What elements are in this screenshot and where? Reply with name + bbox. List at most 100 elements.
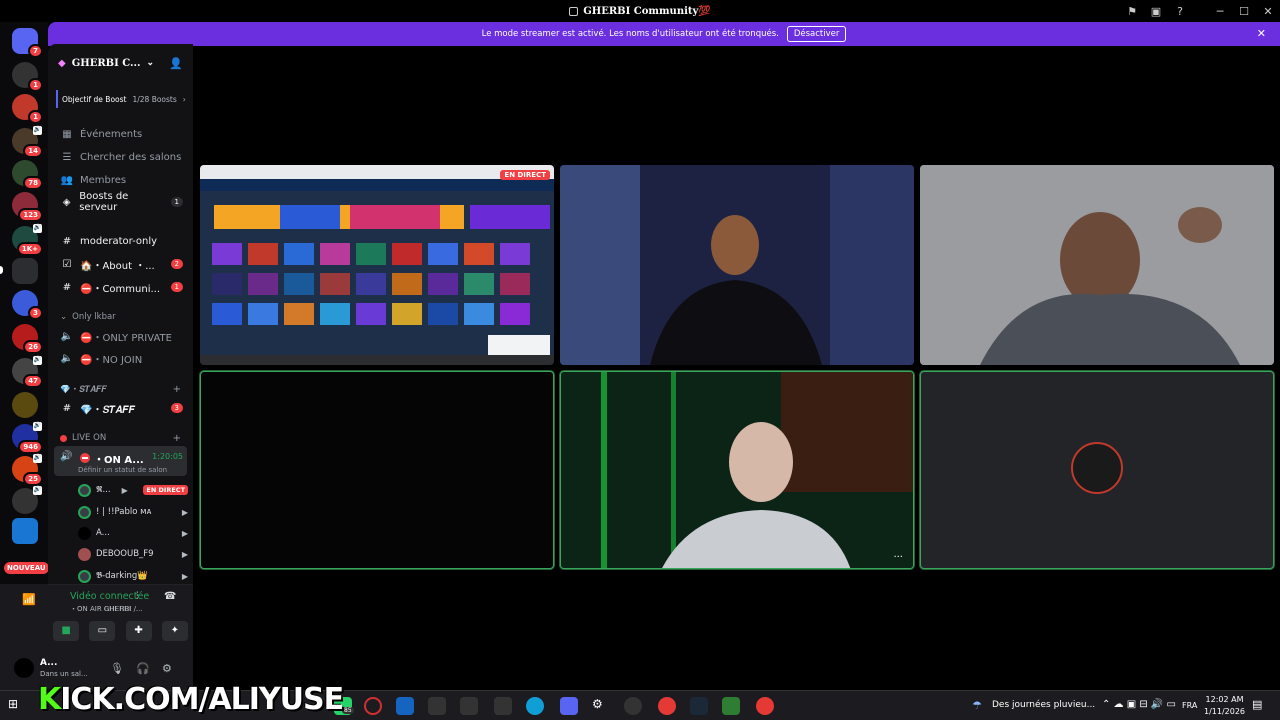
server-icon[interactable]: 25 🔊 [12, 454, 43, 486]
screen-share-button[interactable]: ▭ [89, 621, 116, 641]
notification-icon[interactable]: ▤ [1252, 698, 1262, 711]
server-icon[interactable]: 47 🔊 [12, 356, 43, 388]
chrome-icon[interactable] [658, 697, 676, 715]
camera-tile[interactable] [200, 371, 554, 569]
voice-channel-on-air[interactable]: 🔊 ・ON A... 1:20:05 Définir un statut de … [54, 446, 187, 476]
windows-start-icon[interactable]: ⊞ [8, 697, 26, 715]
channel-about[interactable]: ☑ 🏠・About ・... 2 [48, 254, 193, 274]
events-item[interactable]: ▦ Événements [48, 124, 193, 144]
microphone-icon[interactable]: 🎙 [110, 662, 124, 675]
server-icon[interactable]: 🔊 [12, 486, 42, 514]
disable-streamer-mode-button[interactable]: Désactiver [786, 26, 847, 42]
folder-icon[interactable] [12, 258, 38, 284]
clock[interactable]: 12:02 AM 1/11/2026 [1204, 694, 1245, 718]
chevron-down-icon: ⌄ [60, 312, 68, 322]
voice-member[interactable]: 𝕽... ▶ EN DIRECT [78, 482, 188, 498]
webcam-feed [920, 165, 1274, 365]
browse-channels-item[interactable]: ☰ Chercher des salons [48, 147, 193, 167]
server-icon[interactable]: 1 [12, 62, 43, 92]
server-icon[interactable]: 78 [12, 160, 43, 190]
voice-member[interactable]: 𝕭-darking👑 ▶ [78, 568, 188, 584]
category-staff[interactable]: 💎・𝑺𝑻𝑨𝑭𝑭 + [48, 382, 193, 396]
server-icon[interactable]: 1 [12, 94, 43, 124]
disconnect-icon[interactable]: ☎ [164, 591, 176, 602]
weather-text[interactable]: Des journées pluvieu... [992, 700, 1095, 710]
settings-gear-icon[interactable]: ⚙ [592, 697, 610, 715]
server-icon[interactable]: 26 [12, 324, 43, 354]
username[interactable]: A... [40, 658, 57, 668]
capcut-icon[interactable] [494, 697, 512, 715]
chrome-icon[interactable] [756, 697, 774, 715]
home-dm-button[interactable]: 7 [12, 28, 43, 58]
opera-icon[interactable] [364, 697, 382, 715]
voice-channel-only-private[interactable]: 🔈 ⛔・ONLY PRIVATE [48, 326, 193, 346]
avatar [78, 547, 91, 561]
server-header[interactable]: ◆ GHERBI C... ⌄ 👤 [48, 44, 193, 82]
server-icon[interactable]: 946 🔊 [12, 422, 43, 454]
capcut-icon[interactable] [428, 697, 446, 715]
outlook-icon[interactable] [396, 697, 414, 715]
camera-tile[interactable] [920, 165, 1274, 365]
avatar [78, 569, 91, 583]
speaker-icon: 🔊 [60, 451, 73, 462]
obs-icon[interactable] [624, 697, 642, 715]
activities-button[interactable]: ✚ [125, 621, 152, 641]
soundboard-button[interactable]: ✦ [161, 621, 188, 641]
avatar-tile[interactable] [920, 371, 1274, 569]
screen-icon[interactable]: ▣ [1144, 5, 1168, 18]
voice-channel-no-join[interactable]: 🔈 ⛔・NO JOIN [48, 348, 193, 368]
boost-gem-icon: ◆ [58, 57, 66, 69]
camera-tile[interactable]: ... [560, 371, 914, 569]
category-only-lkbar[interactable]: ⌄ Only lkbar [48, 310, 193, 324]
members-item[interactable]: 👥 Membres [48, 170, 193, 190]
minimize-button[interactable]: ─ [1208, 5, 1232, 18]
system-tray-icons[interactable]: ⌃ ☁ ▣ ⊟ 🔊 ▭ [1102, 699, 1176, 710]
server-name: GHERBI C... [71, 57, 141, 69]
server-icon[interactable] [12, 392, 38, 418]
more-options-icon[interactable]: ... [893, 549, 903, 560]
discord-icon[interactable] [560, 697, 578, 715]
webcam-feed [560, 165, 914, 365]
noise-suppression-icon[interactable]: ⫶ [136, 591, 139, 602]
set-channel-status[interactable]: Définir un statut de salon [78, 466, 167, 474]
settings-gear-icon[interactable]: ⚙ [162, 662, 172, 675]
voice-member[interactable]: A... ▶ [78, 525, 188, 541]
server-icon[interactable]: 14 🔊 [12, 126, 43, 158]
server-icon[interactable]: 1K+ 🔊 [12, 224, 43, 256]
inbox-icon[interactable]: ⚑ [1120, 5, 1144, 18]
edge-icon[interactable] [526, 697, 544, 715]
server-icon[interactable] [12, 518, 38, 544]
voice-channel-name[interactable]: ・ON AIR 𝐆𝐇𝐄𝐑𝐁𝐈 /... [70, 604, 143, 614]
camera-tile[interactable] [560, 165, 914, 365]
add-channel-icon[interactable]: + [173, 384, 181, 395]
boost-goal-label: Objectif de Boost [62, 94, 127, 104]
close-button[interactable]: ✕ [1256, 5, 1280, 18]
channel-community[interactable]: # ⛔・Communi... 1 [48, 277, 193, 297]
camera-toggle-button[interactable]: ■ [53, 621, 80, 641]
members-icon: 👥 [60, 174, 74, 186]
invite-icon[interactable]: 👤 [169, 57, 183, 70]
server-icon[interactable]: 123 [12, 192, 43, 222]
channel-staff[interactable]: # 💎・𝑺𝑻𝑨𝑭𝑭 3 [48, 398, 193, 418]
language-indicator[interactable]: FRA [1182, 701, 1197, 710]
help-icon[interactable]: ? [1168, 5, 1192, 18]
title-bar: GHERBI Community💯 ⚑ ▣ ? ─ ☐ ✕ [0, 0, 1280, 22]
maximize-button[interactable]: ☐ [1232, 5, 1256, 18]
live-badge: EN DIRECT [500, 170, 550, 180]
kick-app-icon[interactable] [722, 697, 740, 715]
boost-goal[interactable]: Objectif de Boost 1/28 Boosts › [56, 90, 187, 108]
user-avatar[interactable] [14, 658, 34, 678]
screen-share-tile[interactable]: EN DIRECT [200, 165, 554, 365]
server-boosts-item[interactable]: ◈ Boosts de serveur 1 [48, 191, 193, 213]
close-icon[interactable]: ✕ [1257, 27, 1266, 40]
camera-icon: ▶ [181, 549, 188, 559]
headphones-icon[interactable]: 🎧 [136, 662, 150, 675]
steam-icon[interactable] [690, 697, 708, 715]
server-icon[interactable]: 3 [12, 290, 43, 320]
capcut-icon[interactable] [460, 697, 478, 715]
voice-member[interactable]: DEBOOUB_F9 ▶ [78, 546, 188, 562]
channel-moderator-only[interactable]: # moderator-only [48, 231, 193, 251]
voice-member[interactable]: ! | !!Pablo ᴍᴀ ▶ [78, 504, 188, 520]
add-channel-icon[interactable]: + [173, 433, 181, 444]
category-live-on[interactable]: LIVE ON + [48, 431, 193, 445]
